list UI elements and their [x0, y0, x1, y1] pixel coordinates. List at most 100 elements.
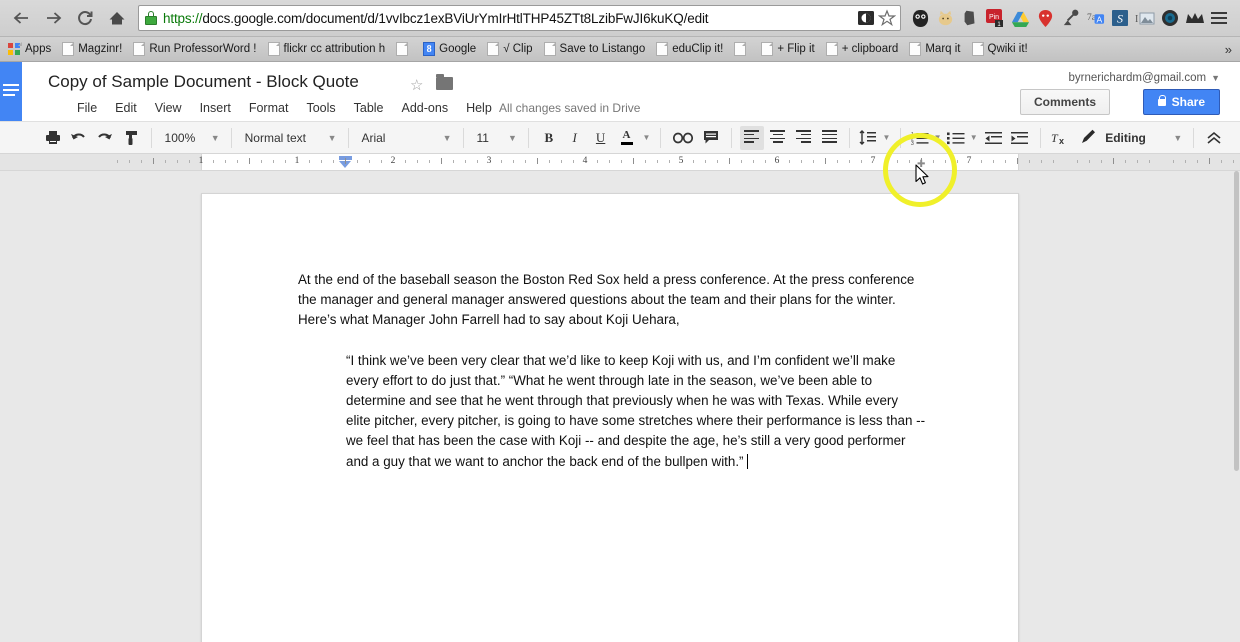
menu-insert[interactable]: Insert [191, 99, 240, 117]
bookmark-item-clipboard[interactable]: + clipboard [822, 40, 906, 58]
ruler-tick [909, 160, 910, 163]
editing-mode-select[interactable]: Editing ▼ [1075, 126, 1186, 150]
document-canvas[interactable]: At the end of the baseball season the Bo… [0, 171, 1240, 642]
document-paragraph[interactable]: At the end of the baseball season the Bo… [298, 270, 916, 331]
menu-help[interactable]: Help [457, 99, 501, 117]
bookmarks-overflow-chevron[interactable]: » [1225, 42, 1236, 57]
document-content[interactable]: At the end of the baseball season the Bo… [202, 194, 1018, 472]
increase-indent-icon[interactable] [1008, 126, 1032, 150]
font-size-select[interactable]: 11 ▼ [470, 126, 520, 150]
collapse-toolbar-icon[interactable] [1202, 126, 1226, 150]
svg-text:S: S [1117, 12, 1123, 26]
menu-format[interactable]: Format [240, 99, 298, 117]
folder-icon[interactable] [436, 74, 453, 90]
share-button[interactable]: Share [1142, 89, 1220, 115]
page-title[interactable]: Copy of Sample Document - Block Quote [48, 72, 359, 92]
camera-extension-icon[interactable] [1158, 5, 1182, 31]
menu-file[interactable]: File [68, 99, 106, 117]
crown-extension-icon[interactable] [1183, 5, 1207, 31]
bookmark-label: Save to Listango [559, 43, 646, 55]
line-spacing-chevron-down-icon[interactable]: ▼ [881, 126, 893, 150]
reload-button[interactable] [70, 4, 100, 32]
s-extension-icon[interactable]: S [1108, 5, 1132, 31]
account-email[interactable]: byrnerichardm@gmail.com ▼ [1069, 72, 1221, 84]
chevron-down-icon: ▼ [508, 132, 517, 143]
paint-format-icon[interactable] [119, 126, 143, 150]
lamp-extension-icon[interactable] [1058, 5, 1082, 31]
bookmark-item-marqit[interactable]: Marq it [905, 40, 967, 58]
bookmark-item-google[interactable]: Google [419, 40, 483, 58]
cast-icon[interactable] [857, 9, 875, 27]
pin-marker-extension-icon[interactable] [1033, 5, 1057, 31]
clear-formatting-icon[interactable]: Tx [1048, 126, 1074, 150]
google-drive-extension-icon[interactable] [1008, 5, 1032, 31]
bookmark-item-4[interactable] [392, 40, 419, 58]
menu-tools[interactable]: Tools [297, 99, 344, 117]
scrollbar-thumb[interactable] [1234, 171, 1239, 471]
bookmark-item-listango[interactable]: Save to Listango [540, 40, 653, 58]
bookmark-item-1[interactable]: Magzinr! [58, 40, 129, 58]
forward-button[interactable] [38, 4, 68, 32]
insert-comment-icon[interactable] [699, 126, 723, 150]
home-button[interactable] [102, 4, 132, 32]
bookmark-item-clip[interactable]: √ Clip [483, 40, 539, 58]
bookmark-star-icon[interactable] [878, 9, 896, 27]
bookmark-item-9[interactable] [730, 40, 757, 58]
document-ruler[interactable]: 1 1 2 3 4 5 6 7 7 ✚ (function(){ const r… [0, 154, 1240, 171]
pinterest-extension-icon[interactable]: Pin 1 [983, 5, 1007, 31]
paragraph-style-select[interactable]: Normal text ▼ [239, 126, 341, 150]
menu-edit[interactable]: Edit [106, 99, 146, 117]
bold-button[interactable]: B [537, 126, 561, 150]
toolbar-divider [849, 127, 851, 148]
menu-addons[interactable]: Add-ons [393, 99, 458, 117]
ruler-tick [801, 160, 802, 163]
bookmark-item-flipit[interactable]: + Flip it [757, 40, 821, 58]
vertical-scrollbar[interactable] [1233, 171, 1240, 642]
underline-button[interactable]: U [589, 126, 613, 150]
image-extension-icon[interactable]: I [1133, 5, 1157, 31]
bookmark-item-3[interactable]: flickr cc attribution h [264, 40, 393, 58]
hamburger-menu-icon[interactable] [1208, 5, 1232, 31]
bulleted-list-chevron-down-icon[interactable]: ▼ [968, 126, 980, 150]
chevron-down-icon: ▼ [442, 132, 452, 143]
undo-icon[interactable] [67, 126, 91, 150]
menu-view[interactable]: View [146, 99, 191, 117]
docs-logo[interactable] [0, 62, 22, 121]
redo-icon[interactable] [93, 126, 117, 150]
docs-logo-lines [3, 84, 19, 99]
bookmark-item-apps[interactable]: Apps [4, 41, 58, 58]
document-page[interactable]: At the end of the baseball season the Bo… [201, 193, 1019, 642]
comments-button[interactable]: Comments [1019, 89, 1110, 115]
numbered-list-icon[interactable]: 123 [909, 126, 929, 150]
decrease-indent-icon[interactable] [982, 126, 1006, 150]
text-color-button[interactable]: A [615, 126, 639, 150]
back-button[interactable] [6, 4, 36, 32]
numbered-list-chevron-down-icon[interactable]: ▼ [932, 126, 944, 150]
italic-button[interactable]: I [563, 126, 587, 150]
page-icon [543, 42, 556, 56]
zoom-select[interactable]: 100% ▼ [159, 126, 224, 150]
line-spacing-icon[interactable] [858, 126, 878, 150]
document-blockquote[interactable]: “I think we’ve been very clear that we’d… [346, 351, 926, 472]
font-family-select[interactable]: Arial ▼ [355, 126, 455, 150]
align-justify-icon[interactable] [817, 126, 841, 150]
menu-table[interactable]: Table [345, 99, 393, 117]
owl-extension-icon[interactable] [908, 5, 932, 31]
address-bar[interactable]: https://docs.google.com/document/d/1vvIb… [138, 5, 901, 31]
insert-link-icon[interactable] [669, 126, 697, 150]
evernote-extension-icon[interactable] [958, 5, 982, 31]
ruler-tick [1185, 160, 1186, 163]
toolbar-divider [1039, 127, 1041, 148]
translate-extension-icon[interactable]: 7a A [1083, 5, 1107, 31]
align-right-icon[interactable] [792, 126, 816, 150]
star-outline-icon[interactable]: ☆ [410, 76, 423, 94]
align-center-icon[interactable] [766, 126, 790, 150]
bookmark-item-2[interactable]: Run ProfessorWord ! [129, 40, 263, 58]
text-color-chevron-down-icon[interactable]: ▼ [640, 126, 652, 150]
bookmark-item-educlip[interactable]: eduClip it! [652, 40, 730, 58]
cat-extension-icon[interactable] [933, 5, 957, 31]
align-left-icon[interactable] [739, 125, 764, 150]
bulleted-list-icon[interactable] [946, 126, 966, 150]
print-icon[interactable] [41, 126, 65, 150]
bookmark-item-qwiki[interactable]: Qwiki it! [968, 40, 1035, 58]
